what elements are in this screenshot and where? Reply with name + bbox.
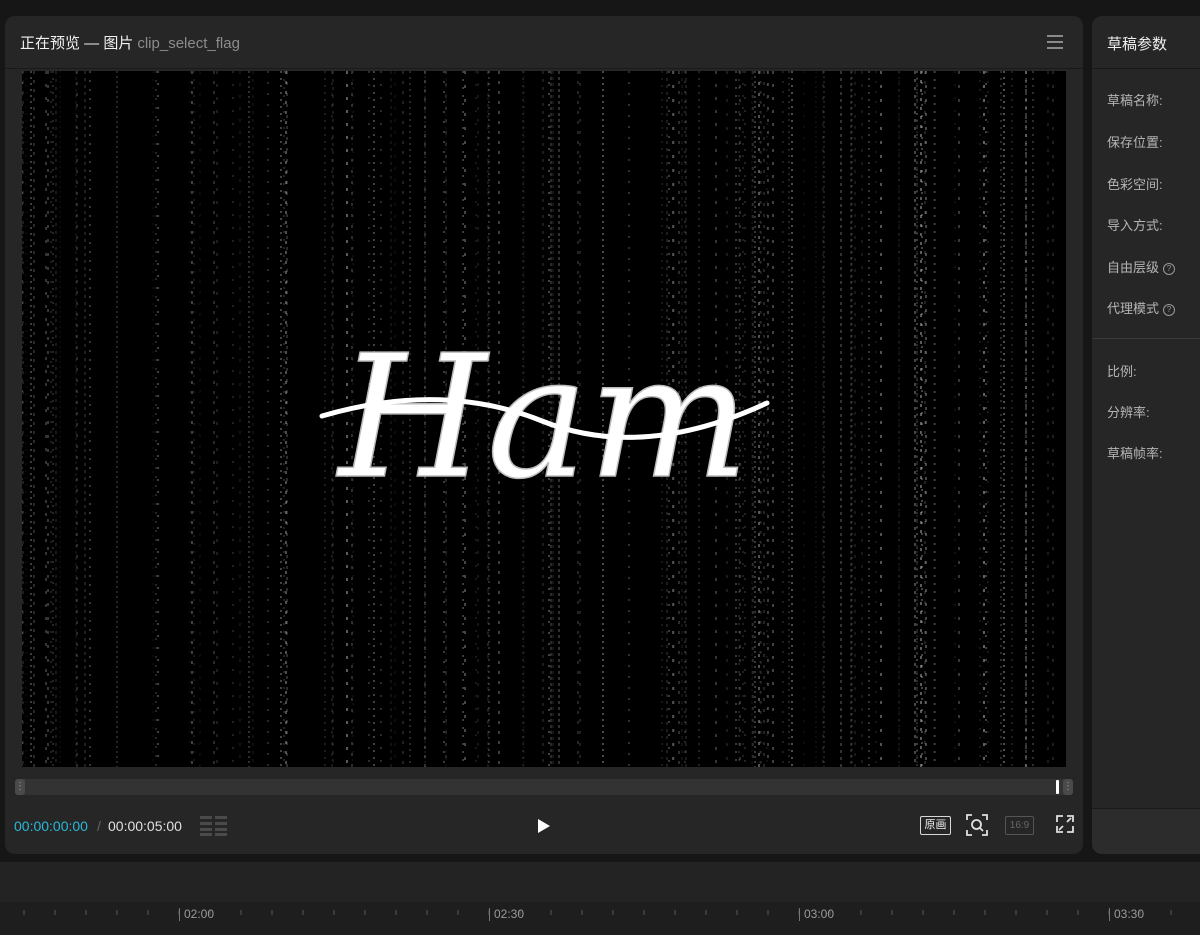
play-icon[interactable] — [538, 819, 550, 833]
preview-panel: 正在预览 — 图片 clip_select_flag Ham ⋮ ⋮ 00:00:… — [5, 16, 1083, 854]
preview-image: Ham — [319, 318, 770, 518]
ruler-tick-label: 03:30 — [1109, 908, 1144, 921]
param-proxy-mode: 代理模式? — [1107, 298, 1176, 317]
scrub-bar[interactable]: ⋮ ⋮ — [15, 779, 1073, 795]
help-icon[interactable]: ? — [1163, 304, 1176, 316]
original-quality-button[interactable]: 原画 — [920, 816, 951, 835]
preview-image-text: Ham — [336, 319, 750, 517]
params-footer — [1092, 808, 1200, 854]
param-free-layer-label: 自由层级 — [1107, 260, 1160, 275]
timecode-separator: / — [97, 818, 101, 834]
scrub-right-handle[interactable]: ⋮ — [1063, 779, 1073, 795]
timecode-total: 00:00:05:00 — [108, 818, 182, 834]
params-header-divider — [1092, 68, 1200, 69]
timeline-toolbar — [0, 862, 1200, 902]
timeline[interactable]: 02:00 02:30 03:00 03:30 — [0, 862, 1200, 935]
params-title: 草稿参数 — [1107, 36, 1168, 53]
timecode-current: 00:00:00:00 — [14, 818, 88, 834]
preview-title: 正在预览 — 图片 clip_select_flag — [20, 32, 240, 53]
ruler-tick-label: 02:00 — [179, 908, 214, 921]
playhead[interactable] — [1056, 780, 1059, 794]
help-icon[interactable]: ? — [1163, 263, 1176, 275]
param-proxy-mode-label: 代理模式 — [1107, 301, 1160, 316]
list-view-icon[interactable] — [200, 816, 228, 836]
param-frame-rate: 草稿帧率: — [1107, 446, 1163, 461]
ruler-tick-label: 03:00 — [799, 908, 834, 921]
zoom-icon[interactable] — [966, 814, 988, 836]
scrub-left-handle[interactable]: ⋮ — [15, 779, 25, 795]
preview-viewport: Ham — [22, 71, 1066, 767]
menu-icon[interactable] — [1047, 35, 1063, 49]
param-free-layer: 自由层级? — [1107, 257, 1176, 276]
ruler-tick-label: 02:30 — [489, 908, 524, 921]
player-controls: 00:00:00:00 / 00:00:05:00 原画 16:9 — [5, 806, 1083, 846]
preview-header: 正在预览 — 图片 clip_select_flag — [5, 16, 1083, 69]
fullscreen-icon[interactable] — [1055, 814, 1075, 834]
timeline-ruler[interactable]: 02:00 02:30 03:00 03:30 — [0, 902, 1200, 935]
param-save-location: 保存位置: — [1107, 135, 1163, 150]
param-resolution: 分辨率: — [1107, 405, 1150, 420]
param-ratio: 比例: — [1107, 364, 1137, 379]
param-import-mode: 导入方式: — [1107, 218, 1163, 233]
params-panel: 草稿参数 草稿名称: 保存位置: 色彩空间: 导入方式: 自由层级? 代理模式?… — [1092, 16, 1200, 854]
preview-title-label: 正在预览 — 图片 — [20, 35, 134, 52]
aspect-ratio-button[interactable]: 16:9 — [1005, 816, 1034, 835]
param-color-space: 色彩空间: — [1107, 177, 1163, 192]
param-draft-name: 草稿名称: — [1107, 93, 1163, 108]
clip-name: clip_select_flag — [137, 35, 240, 52]
params-divider — [1092, 338, 1200, 339]
